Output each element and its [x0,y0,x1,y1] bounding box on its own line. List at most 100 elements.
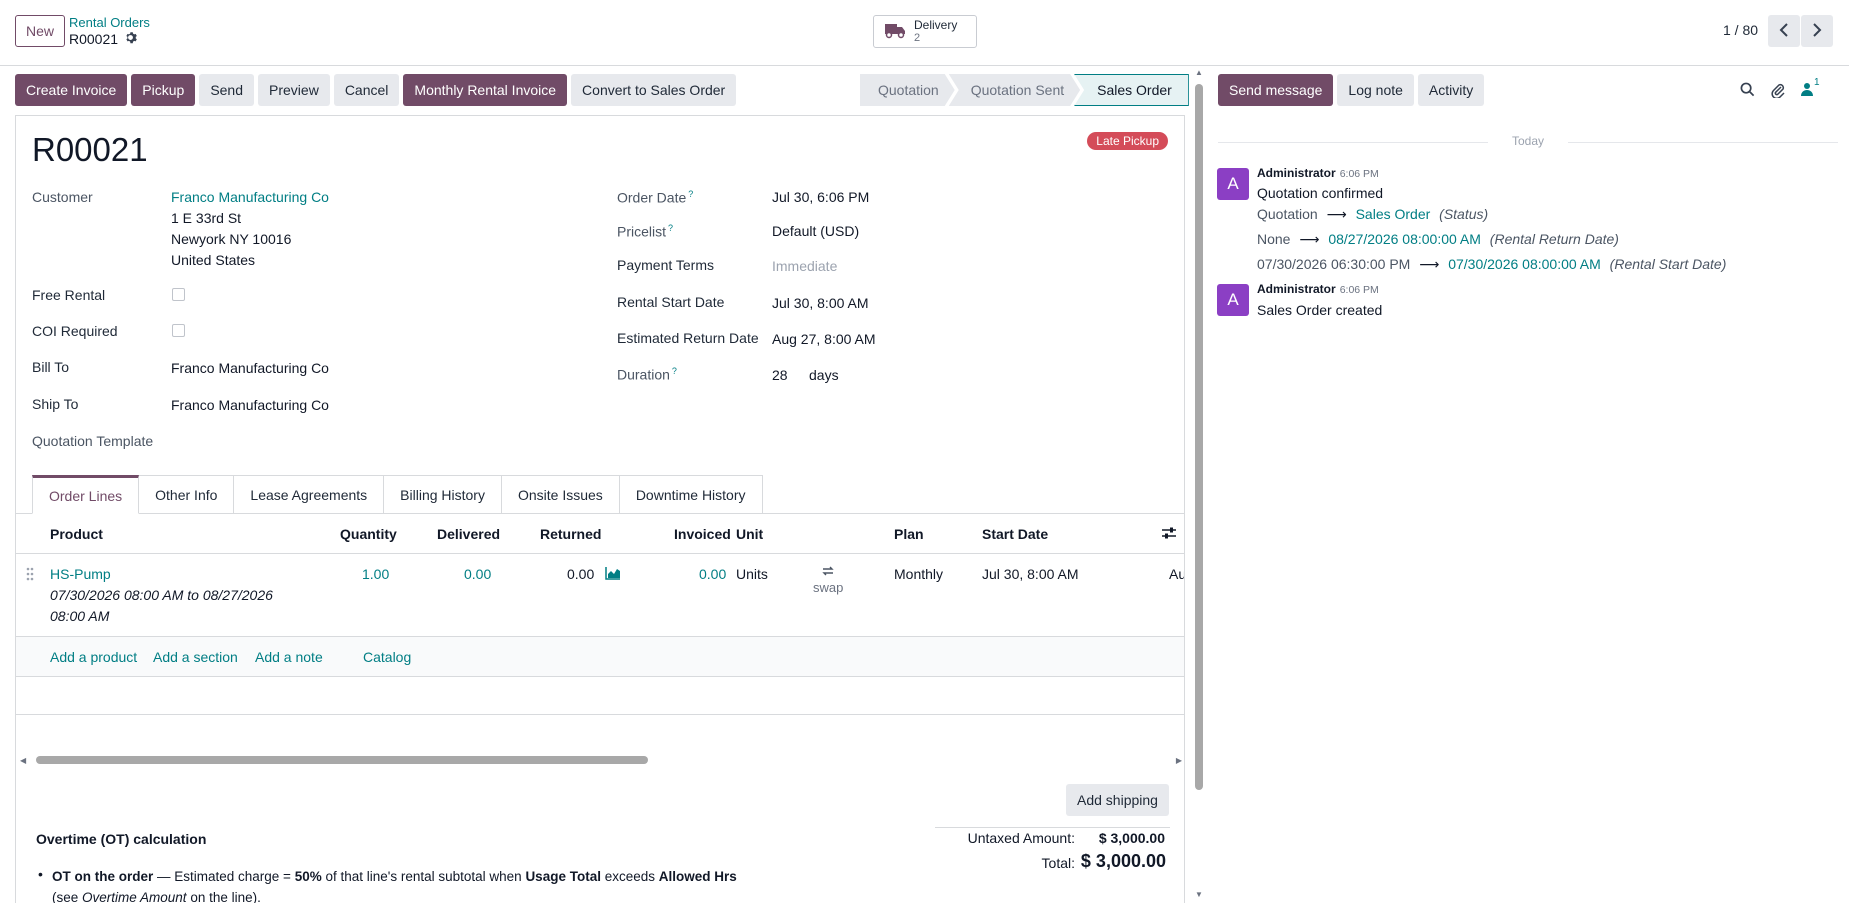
tab-other-info[interactable]: Other Info [139,475,235,514]
empty-row [16,677,1184,715]
search-icon[interactable] [1740,82,1755,102]
pricelist-field[interactable]: Default (USD) [772,223,859,239]
horizontal-scrollbar[interactable]: ◀ ▶ [16,753,1184,767]
duration-value-field[interactable]: 28 [772,367,788,383]
top-bar: New Rental Orders R00021 Delivery 2 1 / … [0,0,1849,66]
pager-value[interactable]: 1 / 80 [1723,22,1758,38]
stage-sales-order[interactable]: Sales Order [1074,74,1189,106]
send-button[interactable]: Send [199,74,255,106]
log-note-button[interactable]: Log note [1337,74,1414,106]
truck-icon [884,21,906,42]
pager-next-button[interactable] [1801,15,1833,47]
avatar[interactable]: A [1217,168,1249,200]
help-icon[interactable]: ? [668,223,673,233]
scroll-up-icon[interactable]: ▲ [1195,68,1203,77]
add-note-link[interactable]: Add a note [255,649,323,665]
add-line-row: Add a product Add a section Add a note C… [16,637,1184,677]
chatter-panel: Send message Log note Activity 1 Today A… [1206,68,1849,903]
swap-icon [813,564,843,580]
column-invoiced[interactable]: Invoiced [674,526,731,542]
catalog-button[interactable]: Catalog [363,649,411,665]
gear-icon[interactable] [124,31,137,47]
preview-button[interactable]: Preview [258,74,330,106]
duration-label: Duration? [617,366,677,383]
scroll-left-icon[interactable]: ◀ [20,756,26,765]
tracking-line: Quotation ⟶ Sales Order (Status) [1257,206,1488,223]
line-quantity[interactable]: 1.00 [362,566,389,582]
tab-onsite-issues[interactable]: Onsite Issues [501,475,620,514]
followers-count: 1 [1814,77,1820,88]
column-product[interactable]: Product [50,526,103,542]
activity-button[interactable]: Activity [1417,74,1485,106]
tab-order-lines[interactable]: Order Lines [32,475,140,514]
vertical-scrollbar-thumb[interactable] [1195,84,1203,790]
ot-text-4: (see [52,890,83,903]
drag-handle-icon[interactable] [26,567,34,584]
monthly-rental-invoice-button[interactable]: Monthly Rental Invoice [403,74,568,106]
column-returned[interactable]: Returned [540,526,601,542]
breadcrumb-rental-orders[interactable]: Rental Orders [69,15,150,30]
payment-terms-field[interactable]: Immediate [772,258,837,274]
chevron-left-icon [1779,22,1789,40]
tab-lease-agreements[interactable]: Lease Agreements [234,475,385,514]
line-delivered[interactable]: 0.00 [464,566,491,582]
tab-downtime-history[interactable]: Downtime History [619,475,763,514]
form-sheet: R00021 Late Pickup Customer Franco Manuf… [15,115,1185,903]
form-action-buttons: Create Invoice Pickup Send Preview Cance… [15,74,737,106]
add-shipping-button[interactable]: Add shipping [1066,784,1169,816]
message-body: Sales Order created [1257,302,1383,318]
line-return-date-truncated: Au [1169,566,1185,582]
line-invoiced[interactable]: 0.00 [699,566,726,582]
forecast-chart-icon[interactable] [605,566,621,583]
new-button[interactable]: New [15,15,65,47]
avatar[interactable]: A [1217,284,1249,316]
ship-to-field[interactable]: Franco Manufacturing Co [171,397,329,413]
payment-terms-label: Payment Terms [617,257,714,273]
swap-button[interactable]: swap [813,564,843,595]
free-rental-checkbox[interactable] [172,288,185,301]
column-start-date[interactable]: Start Date [982,526,1048,542]
line-product[interactable]: HS-Pump [50,566,111,582]
customer-field[interactable]: Franco Manufacturing Co [171,189,329,205]
order-date-field[interactable]: Jul 30, 6:06 PM [772,189,869,205]
column-delivered[interactable]: Delivered [437,526,500,542]
send-message-button[interactable]: Send message [1218,74,1334,106]
delivery-smart-button[interactable]: Delivery 2 [873,15,977,48]
stage-quotation[interactable]: Quotation [860,74,955,106]
column-unit[interactable]: Unit [736,526,763,542]
coi-required-label: COI Required [32,323,118,339]
help-icon[interactable]: ? [688,189,693,199]
coi-required-checkbox[interactable] [172,324,185,337]
bill-to-field[interactable]: Franco Manufacturing Co [171,360,329,376]
paperclip-icon[interactable] [1770,82,1786,103]
create-invoice-button[interactable]: Create Invoice [15,74,128,106]
convert-to-sales-order-button[interactable]: Convert to Sales Order [571,74,737,106]
column-plan[interactable]: Plan [894,526,924,542]
horizontal-scrollbar-thumb[interactable] [36,756,648,764]
add-product-link[interactable]: Add a product [50,649,137,665]
scroll-down-icon[interactable]: ▼ [1195,890,1203,899]
vertical-scrollbar[interactable]: ▲ ▼ [1193,68,1205,903]
column-quantity[interactable]: Quantity [340,526,397,542]
stage-quotation-sent[interactable]: Quotation Sent [949,74,1080,106]
rental-start-date-field[interactable]: Jul 30, 8:00 AM [772,295,869,311]
chevron-right-icon [1812,22,1822,40]
customer-address-line1: 1 E 33rd St [171,210,242,226]
totals-panel: Untaxed Amount: $ 3,000.00 Total: $ 3,00… [935,827,1170,871]
pickup-button[interactable]: Pickup [131,74,196,106]
delivery-label: Delivery [914,18,958,32]
order-lines-header: Product Quantity Delivered Returned Invo… [16,514,1184,554]
scroll-right-icon[interactable]: ▶ [1176,756,1182,765]
table-row[interactable]: HS-Pump 07/30/2026 08:00 AM to 08/27/202… [16,554,1185,637]
help-icon[interactable]: ? [672,366,677,376]
followers-icon[interactable]: 1 [1801,77,1820,101]
pager-previous-button[interactable] [1768,15,1800,47]
optional-columns-icon[interactable] [1161,526,1177,543]
pricelist-label-text: Pricelist [617,223,667,240]
message-time: 6:06 PM [1339,168,1379,180]
cancel-button[interactable]: Cancel [333,74,400,106]
tab-billing-history[interactable]: Billing History [384,475,502,514]
estimated-return-date-field[interactable]: Aug 27, 8:00 AM [772,331,876,347]
add-section-link[interactable]: Add a section [153,649,238,665]
ship-to-label: Ship To [32,396,79,412]
